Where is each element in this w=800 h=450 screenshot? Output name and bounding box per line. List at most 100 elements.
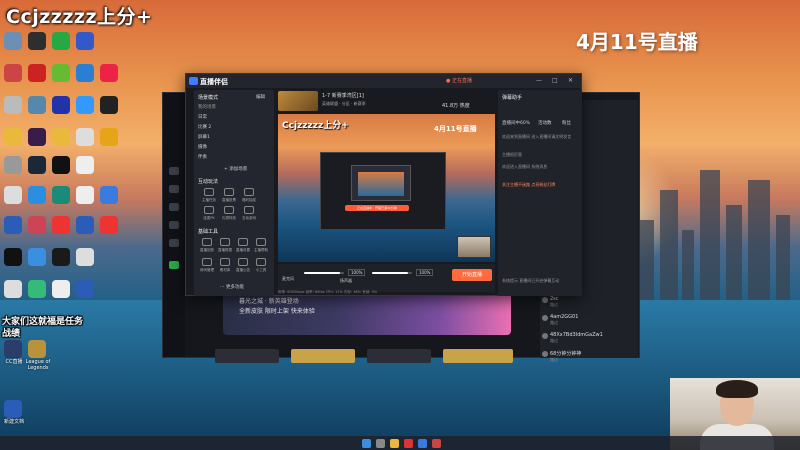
tiktok-icon[interactable] — [4, 248, 22, 266]
assistant-tab[interactable]: 粉丝 — [562, 120, 571, 126]
speaker-volume-slider[interactable] — [372, 272, 412, 274]
app-icon[interactable] — [100, 64, 118, 82]
app-icon[interactable] — [404, 439, 413, 448]
room-icon[interactable] — [202, 258, 212, 266]
app-icon[interactable] — [52, 280, 70, 298]
effect-icon[interactable] — [224, 206, 234, 214]
scene-item[interactable]: 屏幕1 — [198, 134, 210, 140]
app-icon[interactable] — [52, 96, 70, 114]
task-icon[interactable] — [204, 188, 214, 196]
document-icon[interactable] — [76, 156, 94, 174]
app-icon[interactable] — [100, 128, 118, 146]
more-tools-link[interactable]: ⋯ 更多功能 — [220, 284, 244, 290]
mic-percent[interactable]: 100% — [348, 269, 366, 276]
library-icon[interactable] — [220, 258, 230, 266]
scene-item[interactable]: 摄像 — [198, 144, 207, 150]
app-icon[interactable] — [28, 96, 46, 114]
app-icon[interactable] — [432, 439, 441, 448]
app-icon[interactable] — [100, 186, 118, 204]
card[interactable] — [291, 349, 355, 363]
grid-icon[interactable] — [169, 185, 179, 193]
folder-icon[interactable] — [4, 128, 22, 146]
stream-preview[interactable]: Ccjzzzzz上分+ 4月11号直播 正在直播中 · 开播已满30分钟 — [278, 114, 495, 262]
card[interactable] — [367, 349, 431, 363]
app-icon[interactable] — [28, 248, 46, 266]
app-icon[interactable] — [76, 96, 94, 114]
app-icon[interactable] — [28, 186, 46, 204]
app-icon[interactable] — [52, 32, 70, 50]
folder-icon[interactable] — [52, 128, 70, 146]
help-icon[interactable] — [256, 238, 266, 246]
app-icon[interactable] — [52, 64, 70, 82]
qq-icon[interactable] — [52, 248, 70, 266]
app-icon[interactable] — [76, 128, 94, 146]
app-icon[interactable] — [76, 32, 94, 50]
start-icon[interactable] — [362, 439, 371, 448]
channel-icon[interactable] — [169, 203, 179, 211]
game-icon[interactable] — [244, 206, 254, 214]
recycle-bin-icon[interactable] — [4, 32, 22, 50]
stream-name[interactable]: 1-7 新赛季湾区[1] — [322, 92, 366, 100]
scene-item[interactable]: 比赛 2 — [198, 124, 211, 130]
streaming-app-window[interactable]: 直播伴侣 ● 正在直播 — □ ✕ 场景模式 编辑 我的场景 日常 比赛 2 屏… — [185, 73, 582, 296]
maximize-button[interactable]: □ — [552, 77, 558, 84]
card[interactable] — [215, 349, 279, 363]
tools-icon[interactable] — [256, 258, 266, 266]
pk-icon[interactable] — [204, 206, 214, 214]
app-icon[interactable] — [28, 280, 46, 298]
gift-icon[interactable] — [244, 188, 254, 196]
home-icon[interactable] — [169, 167, 179, 175]
app-icon[interactable] — [100, 96, 118, 114]
capcut-icon[interactable] — [52, 156, 70, 174]
word-icon[interactable] — [4, 400, 22, 418]
game-icon[interactable] — [169, 221, 179, 229]
replay-icon[interactable] — [202, 238, 212, 246]
vote-icon[interactable] — [224, 188, 234, 196]
speaker-percent[interactable]: 100% — [416, 269, 434, 276]
app-icon[interactable] — [418, 439, 427, 448]
stream-cover-thumbnail[interactable] — [278, 91, 318, 111]
scene-item[interactable]: 伴奏 — [198, 154, 207, 160]
chevron-down-icon[interactable] — [169, 239, 179, 247]
app-icon[interactable] — [28, 216, 46, 234]
word-icon[interactable] — [4, 216, 22, 234]
chat-user[interactable]: 48Xx7Bd3ldmGaZw1 路过 — [542, 332, 603, 344]
scene-item[interactable]: 日常 — [198, 114, 207, 120]
search-icon[interactable] — [376, 439, 385, 448]
app-icon[interactable] — [28, 128, 46, 146]
chat-user[interactable]: 2sc 路过 — [542, 296, 559, 308]
assistant-tab[interactable]: 活动数 — [538, 120, 552, 126]
app-icon[interactable] — [76, 64, 94, 82]
start-live-button[interactable]: 开始直播 — [452, 269, 492, 281]
app-icon[interactable] — [4, 156, 22, 174]
app-icon[interactable] — [28, 64, 46, 82]
settings-icon[interactable] — [238, 238, 248, 246]
close-button[interactable]: ✕ — [568, 77, 573, 84]
app-icon[interactable] — [4, 186, 22, 204]
live-badge-icon[interactable] — [169, 261, 179, 269]
edge-icon[interactable] — [52, 186, 70, 204]
app-icon[interactable] — [4, 280, 22, 298]
app-icon[interactable] — [4, 64, 22, 82]
app-icon[interactable] — [76, 280, 94, 298]
scene-edit-link[interactable]: 编辑 — [256, 94, 265, 100]
assistant-tab[interactable]: 直播间中60% — [502, 120, 530, 126]
app-icon[interactable] — [52, 216, 70, 234]
document-icon[interactable] — [76, 186, 94, 204]
league-of-legends-icon[interactable] — [28, 340, 46, 358]
add-scene-button[interactable]: + 添加场景 — [224, 166, 247, 172]
app-icon[interactable] — [100, 216, 118, 234]
app-icon[interactable] — [4, 96, 22, 114]
notice-icon[interactable] — [238, 258, 248, 266]
data-icon[interactable] — [220, 238, 230, 246]
app-icon[interactable] — [28, 32, 46, 50]
chat-user[interactable]: 4am2GG01 路过 — [542, 314, 578, 326]
app-icon[interactable] — [76, 248, 94, 266]
folder-icon[interactable] — [390, 439, 399, 448]
card[interactable] — [443, 349, 513, 363]
mic-volume-slider[interactable] — [304, 272, 344, 274]
chat-user[interactable]: 68分钟分钟神 路过 — [542, 350, 581, 363]
minimize-button[interactable]: — — [536, 77, 542, 84]
cc-live-icon[interactable] — [4, 340, 22, 358]
steam-icon[interactable] — [28, 156, 46, 174]
